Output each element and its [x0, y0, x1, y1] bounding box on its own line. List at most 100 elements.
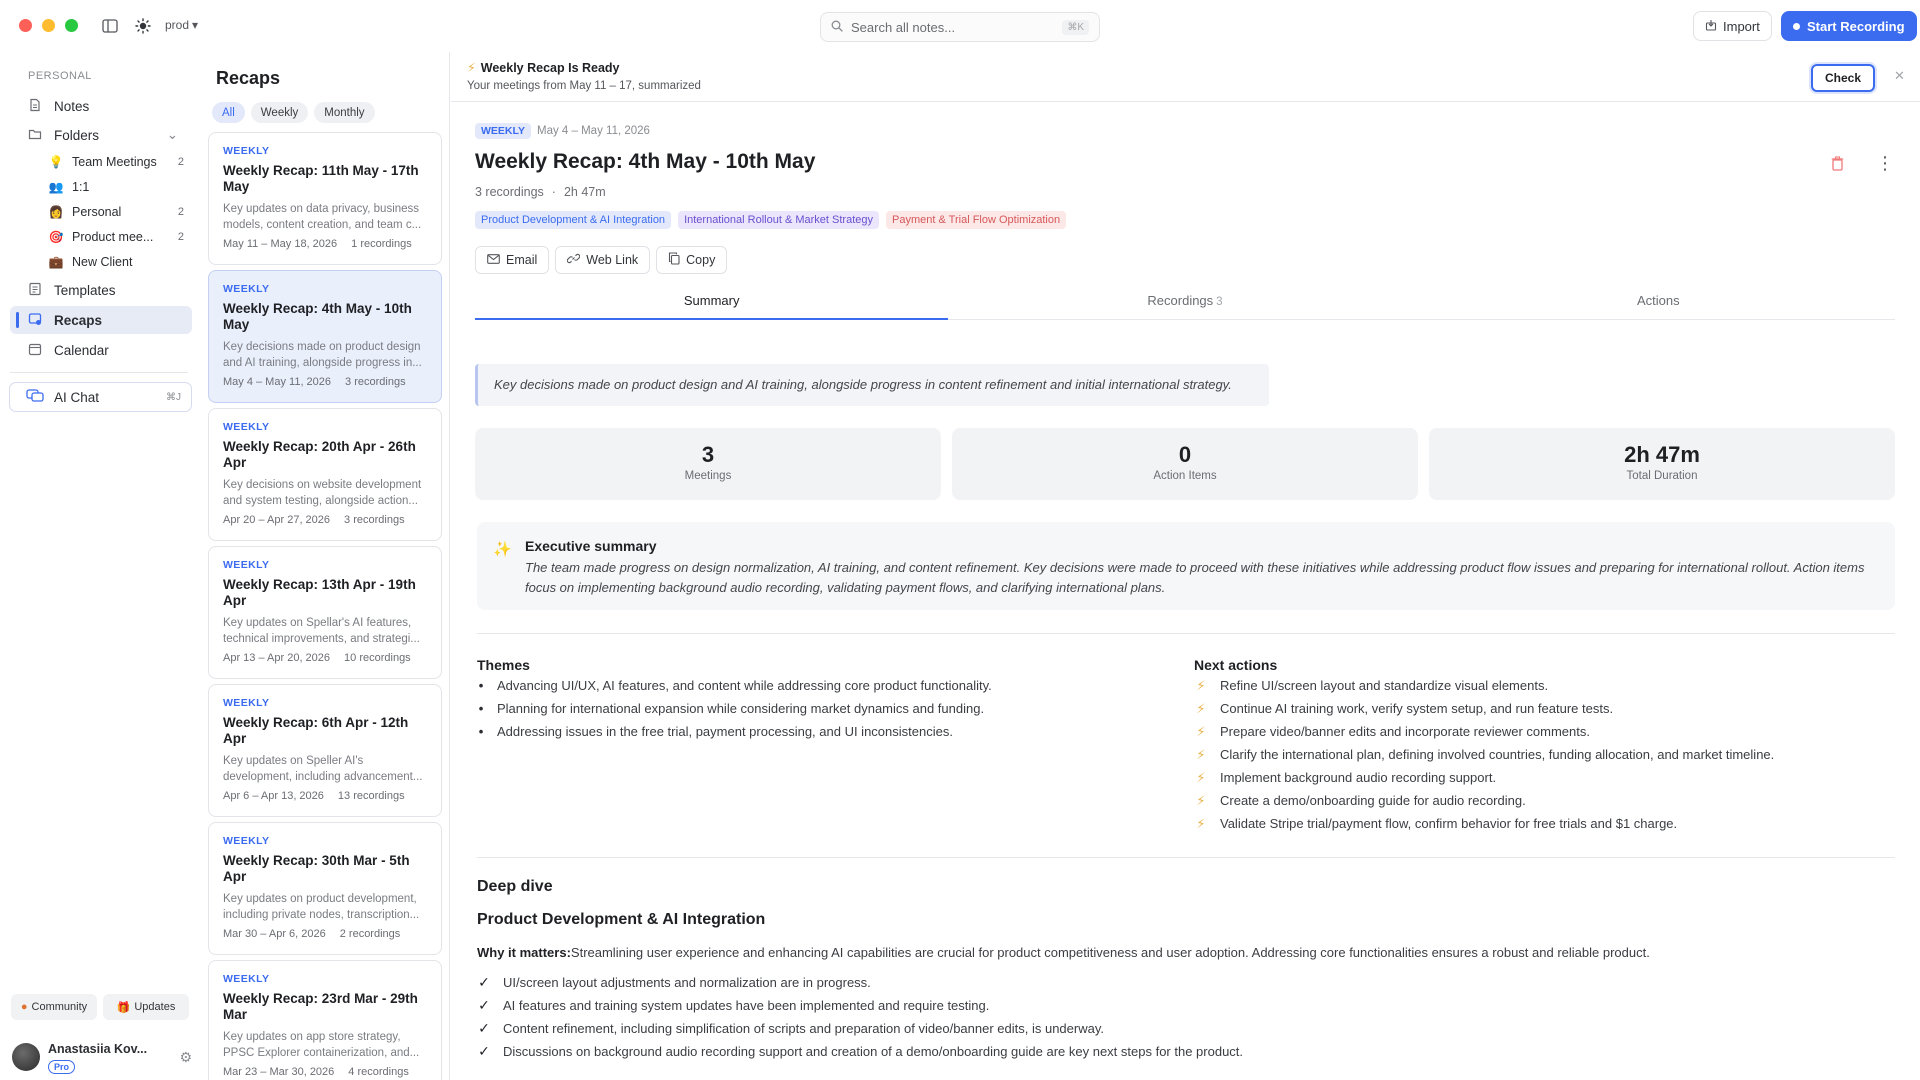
avatar[interactable]	[12, 1043, 40, 1071]
list-item: ⚡ Validate Stripe trial/payment flow, con…	[1194, 812, 1774, 835]
recap-card-date: May 11 – May 18, 2026	[223, 238, 338, 250]
action-text: Clarify the international plan, defining…	[1220, 747, 1775, 762]
environment-selector[interactable]: prod ▾	[165, 18, 198, 32]
deep-dive-section-title: Product Development & AI Integration	[477, 911, 766, 928]
recap-card-date: Mar 23 – Mar 30, 2026	[223, 1066, 335, 1078]
recap-card-title: Weekly Recap: 20th Apr - 26th Apr	[223, 439, 416, 470]
point-text: AI features and training system updates …	[503, 998, 990, 1013]
folder-icon	[28, 127, 42, 144]
calendar-icon	[28, 342, 42, 359]
folder-label: Team Meetings	[72, 155, 157, 169]
banner-subtitle: Your meetings from May 11 – 17, summariz…	[467, 80, 701, 92]
folder-new-client[interactable]: 💼 New Client	[48, 250, 188, 274]
folder-one-on-one[interactable]: 👥 1:1	[48, 175, 188, 199]
link-icon	[567, 252, 581, 268]
ai-chat-button[interactable]: AI Chat ⌘J	[9, 382, 192, 412]
tab-summary[interactable]: Summary	[475, 284, 949, 320]
ai-chat-shortcut: ⌘J	[166, 391, 181, 403]
recap-card-date: May 4 – May 11, 2026	[223, 376, 332, 388]
recap-date-range: May 4 – May 11, 2026	[537, 125, 650, 137]
recap-filters: All Weekly Monthly	[212, 102, 375, 123]
topic-tag[interactable]: Product Development & AI Integration	[475, 211, 672, 229]
recap-summary-quote: Key decisions made on product design and…	[475, 364, 1269, 406]
user-profile[interactable]: Anastasiia Kov... Pro ⚙	[12, 1039, 192, 1079]
target-icon: 🎯	[48, 230, 64, 244]
recap-card-date: Apr 6 – Apr 13, 2026	[223, 790, 324, 802]
import-label: Import	[1723, 18, 1760, 34]
next-actions-list: ⚡ Refine UI/screen layout and standardize…	[1194, 674, 1774, 835]
action-text: Prepare video/banner edits and incorpora…	[1220, 724, 1590, 739]
chevron-down-icon: ▾	[192, 18, 199, 32]
filter-weekly[interactable]: Weekly	[250, 102, 309, 123]
recaps-title: Recaps	[216, 68, 281, 88]
recap-meta: 3 recordings · 2h 47m	[475, 185, 606, 199]
filter-monthly[interactable]: Monthly	[314, 102, 375, 123]
lightning-icon: ⚡	[1196, 769, 1206, 785]
recap-card[interactable]: WEEKLY Weekly Recap: 30th Mar - 5th Apr …	[208, 822, 442, 955]
tab-actions[interactable]: Actions	[1422, 284, 1895, 319]
gear-icon[interactable]: ⚙	[179, 1049, 192, 1066]
tab-recordings[interactable]: Recordings 3	[948, 284, 1421, 319]
environment-label: prod	[165, 18, 190, 32]
folder-team-meetings[interactable]: 💡 Team Meetings 2	[48, 150, 188, 174]
more-options-icon[interactable]: ⋮	[1876, 153, 1894, 174]
email-button[interactable]: Email	[475, 246, 550, 274]
theme-sun-icon[interactable]	[133, 16, 153, 36]
recap-card[interactable]: WEEKLY Weekly Recap: 6th Apr - 12th Apr …	[208, 684, 442, 817]
plan-badge: Pro	[48, 1060, 76, 1074]
recap-card[interactable]: WEEKLY Weekly Recap: 23rd Mar - 29th Mar…	[208, 960, 442, 1080]
sidebar-item-notes[interactable]: Notes	[10, 92, 192, 120]
folder-product-meetings[interactable]: 🎯 Product mee... 2	[48, 225, 188, 249]
recap-card-description: Key updates on app store strategy, PPSC …	[223, 1031, 420, 1059]
sidebar-item-recaps[interactable]: Recaps	[10, 306, 192, 334]
recap-card-tag: WEEKLY	[223, 697, 270, 709]
start-recording-label: Start Recording	[1807, 18, 1905, 34]
sidebar-toggle-icon[interactable]	[100, 16, 120, 36]
topic-tag[interactable]: International Rollout & Market Strategy	[678, 211, 879, 229]
minimize-window-button[interactable]	[42, 19, 55, 32]
start-recording-button[interactable]: Start Recording	[1781, 11, 1917, 41]
folder-personal[interactable]: 👩 Personal 2	[48, 200, 188, 224]
lightbulb-icon: 💡	[48, 155, 64, 169]
sidebar-item-folders[interactable]: Folders ⌄	[10, 121, 192, 149]
community-button[interactable]: ● Community	[11, 994, 97, 1020]
import-button[interactable]: Import	[1693, 11, 1772, 41]
sidebar-item-calendar[interactable]: Calendar	[10, 336, 192, 364]
recap-card-date: Mar 30 – Apr 6, 2026	[223, 928, 326, 940]
sidebar-item-templates[interactable]: Templates	[10, 276, 192, 304]
gift-icon: 🎁	[116, 1001, 131, 1014]
list-item: ✓ UI/screen layout adjustments and normal…	[477, 971, 1243, 994]
copy-icon	[668, 252, 680, 268]
recap-card-description: Key updates on Speller AI's development,…	[223, 755, 423, 783]
themes-title: Themes	[477, 657, 530, 673]
trash-icon[interactable]	[1831, 156, 1844, 174]
recap-card-count: 10 recordings	[344, 652, 411, 664]
stat-label: Meetings	[684, 470, 732, 482]
topic-tag[interactable]: Payment & Trial Flow Optimization	[886, 211, 1067, 229]
chevron-down-icon[interactable]: ⌄	[167, 127, 178, 143]
recap-card-title: Weekly Recap: 23rd Mar - 29th Mar	[223, 991, 418, 1022]
bullet-dot-icon: •	[478, 701, 484, 716]
lightning-icon: ⚡	[1196, 792, 1206, 808]
recap-card[interactable]: WEEKLY Weekly Recap: 11th May - 17th May…	[208, 132, 442, 265]
recap-card[interactable]: WEEKLY Weekly Recap: 20th Apr - 26th Apr…	[208, 408, 442, 541]
updates-button[interactable]: 🎁 Updates	[103, 994, 189, 1020]
recap-card-description: Key updates on Spellar's AI features, te…	[223, 617, 420, 645]
recaps-list-panel: Recaps All Weekly Monthly WEEKLY Weekly …	[200, 52, 450, 1080]
close-icon[interactable]: ✕	[1894, 68, 1905, 84]
list-item: ⚡ Continue AI training work, verify syste…	[1194, 697, 1774, 720]
lightning-icon: ⚡	[1196, 723, 1206, 739]
web-link-button[interactable]: Web Link	[555, 246, 651, 274]
sidebar-item-label: Recaps	[54, 312, 103, 328]
maximize-window-button[interactable]	[65, 19, 78, 32]
theme-text: Planning for international expansion whi…	[497, 701, 985, 716]
copy-button[interactable]: Copy	[656, 246, 728, 274]
filter-all[interactable]: All	[212, 102, 245, 123]
lightning-icon: ⚡	[1196, 815, 1206, 831]
search-input[interactable]: Search all notes... ⌘K	[820, 12, 1100, 42]
check-button[interactable]: Check	[1811, 64, 1875, 92]
list-item: ✓ Discussions on background audio recordi…	[477, 1040, 1243, 1063]
recap-card-selected[interactable]: WEEKLY Weekly Recap: 4th May - 10th May …	[208, 270, 442, 403]
recap-card[interactable]: WEEKLY Weekly Recap: 13th Apr - 19th Apr…	[208, 546, 442, 679]
close-window-button[interactable]	[19, 19, 32, 32]
